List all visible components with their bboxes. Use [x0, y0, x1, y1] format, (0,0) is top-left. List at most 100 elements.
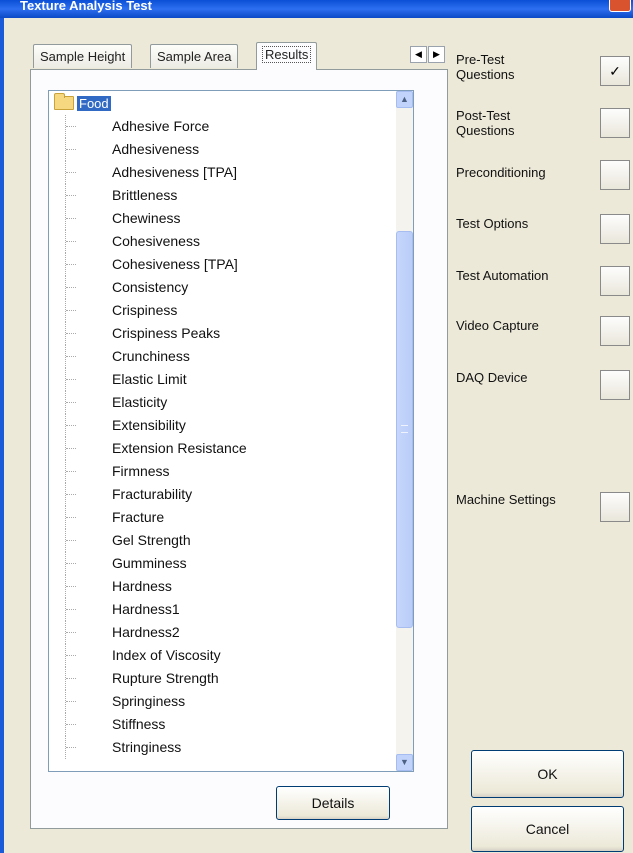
- tab-results[interactable]: Results: [256, 42, 318, 70]
- tree-item-label: Adhesiveness: [112, 141, 200, 157]
- tree-item[interactable]: Adhesiveness [TPA]: [49, 161, 394, 184]
- tree-item-label: Hardness1: [112, 601, 180, 617]
- tree-item[interactable]: Hardness: [49, 575, 394, 598]
- tree-item[interactable]: Extension Resistance: [49, 437, 394, 460]
- option-toggle-button[interactable]: [600, 370, 630, 400]
- tree-item-label: Springiness: [112, 693, 186, 709]
- tree-connector-line: [65, 184, 77, 207]
- tree-item[interactable]: Hardness2: [49, 621, 394, 644]
- ok-button[interactable]: OK: [471, 750, 624, 798]
- tree-connector-line: [65, 621, 77, 644]
- tab-scroll-right-icon[interactable]: ▶: [428, 46, 445, 63]
- tree-item[interactable]: Index of Viscosity: [49, 644, 394, 667]
- cancel-button[interactable]: Cancel: [471, 806, 624, 852]
- tree-connector-line: [65, 690, 77, 713]
- tree-connector-line: [65, 414, 77, 437]
- tree-item[interactable]: Elasticity: [49, 391, 394, 414]
- tree-item-label: Fracture: [112, 509, 165, 525]
- tree-item[interactable]: Cohesiveness: [49, 230, 394, 253]
- option-label: Pre-Test Questions: [456, 52, 515, 82]
- tree-item-label: Cohesiveness: [112, 233, 200, 249]
- tree-item[interactable]: Adhesive Force: [49, 115, 394, 138]
- option-toggle-button[interactable]: [600, 316, 630, 346]
- option-toggle-button[interactable]: [600, 108, 630, 138]
- tree-item-label: Extension Resistance: [112, 440, 247, 456]
- tree-item[interactable]: Hardness1: [49, 598, 394, 621]
- tree-item-label: Rupture Strength: [112, 670, 219, 686]
- scroll-thumb[interactable]: [396, 231, 413, 628]
- tree-item[interactable]: Cohesiveness [TPA]: [49, 253, 394, 276]
- window-title: Texture Analysis Test: [20, 0, 152, 13]
- tree-item[interactable]: Brittleness: [49, 184, 394, 207]
- cancel-button-label: Cancel: [525, 821, 570, 837]
- tree-root-label: Food: [77, 95, 111, 111]
- option-toggle-button[interactable]: ✓: [600, 56, 630, 86]
- option-toggle-button[interactable]: [600, 266, 630, 296]
- tree-item[interactable]: Adhesiveness: [49, 138, 394, 161]
- tab-scroll-left-icon[interactable]: ◀: [410, 46, 427, 63]
- tree-connector-line: [65, 138, 77, 161]
- folder-icon: [54, 93, 74, 110]
- tree-root-node[interactable]: Food: [54, 93, 111, 112]
- tree-item-label: Gel Strength: [112, 532, 191, 548]
- tree-item[interactable]: Fracture: [49, 506, 394, 529]
- tree-connector-line: [65, 115, 77, 138]
- tree-connector-line: [65, 552, 77, 575]
- scroll-down-icon[interactable]: ▼: [396, 754, 413, 771]
- tree-item-label: Crunchiness: [112, 348, 190, 364]
- tree-item[interactable]: Firmness: [49, 460, 394, 483]
- tree-item[interactable]: Gel Strength: [49, 529, 394, 552]
- tab-label: Results: [261, 46, 312, 63]
- tree-item-label: Crispiness: [112, 302, 178, 318]
- tree-item[interactable]: Crispiness: [49, 299, 394, 322]
- results-tree[interactable]: Food Adhesive Force Adhesiveness Adhesiven…: [48, 90, 414, 772]
- tree-connector-line: [65, 230, 77, 253]
- tree-scrollbar[interactable]: ▲ ▼: [396, 91, 413, 771]
- tree-item[interactable]: Springiness: [49, 690, 394, 713]
- option-toggle-button[interactable]: [600, 492, 630, 522]
- option-label: Machine Settings: [456, 492, 556, 507]
- tree-item[interactable]: Fracturability: [49, 483, 394, 506]
- tree-item[interactable]: Consistency: [49, 276, 394, 299]
- tree-connector-line: [65, 437, 77, 460]
- tree-item-label: Gumminess: [112, 555, 187, 571]
- tree-item[interactable]: Extensibility: [49, 414, 394, 437]
- tree-item-label: Crispiness Peaks: [112, 325, 221, 341]
- tree-item[interactable]: Rupture Strength: [49, 667, 394, 690]
- tree-item[interactable]: Stringiness: [49, 736, 394, 759]
- tree-item[interactable]: Stiffness: [49, 713, 394, 736]
- details-button-label: Details: [311, 795, 355, 811]
- tree-item-label: Firmness: [112, 463, 170, 479]
- tree-connector-line: [65, 529, 77, 552]
- tree-connector-line: [65, 506, 77, 529]
- tree-item-label: Brittleness: [112, 187, 178, 203]
- tree-connector-line: [65, 276, 77, 299]
- tree-item-label: Chewiness: [112, 210, 181, 226]
- tree-connector-line: [65, 483, 77, 506]
- option-label: Preconditioning: [456, 165, 546, 180]
- tree-item[interactable]: Chewiness: [49, 207, 394, 230]
- tree-connector-line: [65, 598, 77, 621]
- option-toggle-button[interactable]: [600, 214, 630, 244]
- option-toggle-button[interactable]: [600, 160, 630, 190]
- tree-item[interactable]: Gumminess: [49, 552, 394, 575]
- tree-item-list: Adhesive Force Adhesiveness Adhesiveness […: [49, 115, 394, 759]
- close-icon[interactable]: [609, 0, 631, 12]
- tree-item-label: Extensibility: [112, 417, 186, 433]
- option-label: Post-Test Questions: [456, 108, 515, 138]
- tree-item[interactable]: Crunchiness: [49, 345, 394, 368]
- tree-item-label: Adhesive Force: [112, 118, 210, 134]
- tab-label: Sample Area: [157, 49, 232, 64]
- tab-sample-area[interactable]: Sample Area: [150, 44, 239, 68]
- tree-item-label: Hardness2: [112, 624, 180, 640]
- title-bar: Texture Analysis Test: [0, 0, 633, 18]
- scroll-up-icon[interactable]: ▲: [396, 91, 413, 108]
- tab-sample-height[interactable]: Sample Height: [33, 44, 133, 68]
- tree-item-label: Index of Viscosity: [112, 647, 221, 663]
- details-button[interactable]: Details: [276, 786, 390, 820]
- window-frame: [0, 18, 4, 853]
- tree-connector-line: [65, 345, 77, 368]
- tree-item[interactable]: Elastic Limit: [49, 368, 394, 391]
- tree-item[interactable]: Crispiness Peaks: [49, 322, 394, 345]
- checkmark-icon: ✓: [609, 63, 621, 79]
